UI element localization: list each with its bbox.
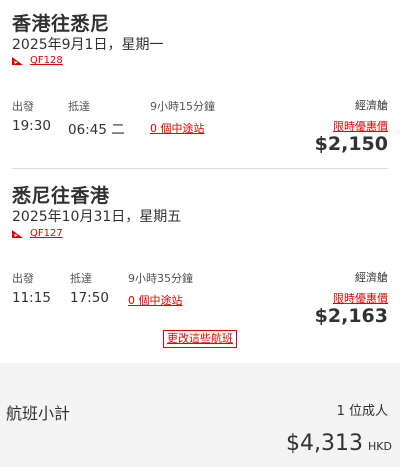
fare-offer-link[interactable]: 限時優惠價 (333, 290, 388, 306)
arrive-label: 抵達 (70, 272, 92, 285)
qantas-logo-icon (12, 229, 23, 238)
total-price: $4,313 (286, 431, 364, 456)
cabin-class: 經濟艙 (355, 271, 388, 284)
flight-price: $2,150 (314, 133, 388, 155)
subtotal-amount: $4,313 HKD (286, 431, 392, 456)
flight-route-title: 悉尼往香港 (12, 185, 110, 207)
stops-link[interactable]: 0 個中途站 (128, 292, 183, 308)
flight-date: 2025年10月31日，星期五 (12, 209, 182, 225)
depart-label: 出發 (12, 272, 34, 285)
passenger-count: 1 位成人 (336, 404, 388, 419)
depart-time: 11:15 (12, 290, 51, 306)
arrive-time: 06:45 二 (68, 122, 125, 138)
depart-time: 19:30 (12, 118, 51, 134)
change-flights-button[interactable]: 更改這些航班 (163, 330, 237, 348)
flight-duration: 9小時15分鐘 (150, 100, 215, 113)
depart-label: 出發 (12, 100, 34, 113)
arrive-label: 抵達 (68, 100, 90, 113)
flight-number: QF127 (30, 228, 63, 239)
flight-number-link[interactable]: QF127 (12, 228, 63, 239)
stops-link[interactable]: 0 個中途站 (150, 120, 205, 136)
flight-duration: 9小時35分鐘 (128, 272, 193, 285)
flight-price: $2,163 (314, 305, 388, 327)
flight-number: QF128 (30, 55, 63, 66)
currency-code: HKD (368, 440, 392, 453)
flight-date: 2025年9月1日，星期一 (12, 37, 164, 53)
cabin-class: 經濟艙 (355, 99, 388, 112)
flight-divider (12, 168, 388, 169)
fare-offer-link[interactable]: 限時優惠價 (333, 118, 388, 134)
qantas-logo-icon (12, 56, 23, 65)
arrive-time: 17:50 (70, 290, 109, 306)
flight-number-link[interactable]: QF128 (12, 55, 63, 66)
subtotal-title: 航班小計 (6, 404, 71, 423)
flight-route-title: 香港往悉尼 (12, 13, 110, 35)
flight-subtotal-panel: 航班小計 1 位成人 $4,313 HKD (0, 363, 400, 467)
